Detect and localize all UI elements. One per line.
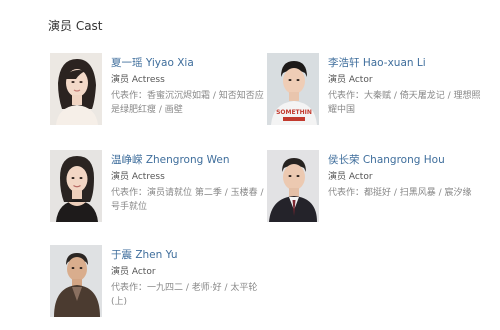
actor-role: 演员 Actress — [111, 75, 165, 85]
cast-card: 温峥嵘 Zhengrong Wen 演员 Actress 代表作：演员请就位 第… — [50, 150, 265, 230]
actor-photo[interactable]: SOMETHIN — [267, 53, 319, 125]
actor-photo[interactable] — [50, 150, 102, 222]
actor-photo[interactable] — [50, 245, 102, 317]
svg-text:SOMETHIN: SOMETHIN — [276, 109, 312, 116]
actor-works: 代表作：大秦赋 / 倚天屠龙记 / 理想照耀中国 — [328, 90, 484, 117]
actor-photo[interactable] — [267, 150, 319, 222]
actor-name-link[interactable]: 夏一瑶 Yiyao Xia — [111, 56, 271, 70]
actor-role: 演员 Actor — [328, 75, 373, 85]
actor-works: 代表作：都挺好 / 扫黑风暴 / 宸汐缘 — [328, 187, 484, 201]
actor-name-link[interactable]: 李浩轩 Hao-xuan Li — [328, 56, 488, 70]
actor-works: 代表作：演员请就位 第二季 / 玉楼春 / 号手就位 — [111, 187, 267, 214]
actor-name-link[interactable]: 温峥嵘 Zhengrong Wen — [111, 153, 271, 167]
actor-photo[interactable] — [50, 53, 102, 125]
works-label: 代表作： — [328, 188, 365, 198]
cast-card: 侯长荣 Changrong Hou 演员 Actor 代表作：都挺好 / 扫黑风… — [267, 150, 482, 230]
actor-name-link[interactable]: 于震 Zhen Yu — [111, 248, 271, 262]
cast-card: 夏一瑶 Yiyao Xia 演员 Actress 代表作：香蜜沉沉烬如霜 / 知… — [50, 53, 265, 133]
works-label: 代表作： — [111, 188, 148, 198]
actor-works: 代表作：一九四二 / 老师·好 / 太平轮(上) — [111, 282, 267, 309]
works-label: 代表作： — [328, 91, 365, 101]
actor-role: 演员 Actor — [328, 172, 373, 182]
actor-role: 演员 Actress — [111, 172, 165, 182]
works-list[interactable]: 都挺好 / 扫黑风暴 / 宸汐缘 — [364, 188, 472, 198]
actor-name-link[interactable]: 侯长荣 Changrong Hou — [328, 153, 488, 167]
cast-card: SOMETHIN 李浩轩 Hao-xuan Li 演员 Actor 代表作：大秦… — [267, 53, 482, 133]
works-label: 代表作： — [111, 283, 148, 293]
works-label: 代表作： — [111, 91, 148, 101]
section-title: 演员 Cast — [48, 19, 103, 33]
actor-role: 演员 Actor — [111, 267, 156, 277]
cast-card: 于震 Zhen Yu 演员 Actor 代表作：一九四二 / 老师·好 / 太平… — [50, 245, 265, 325]
actor-works: 代表作：香蜜沉沉烬如霜 / 知否知否应是绿肥红瘦 / 画壁 — [111, 90, 267, 117]
